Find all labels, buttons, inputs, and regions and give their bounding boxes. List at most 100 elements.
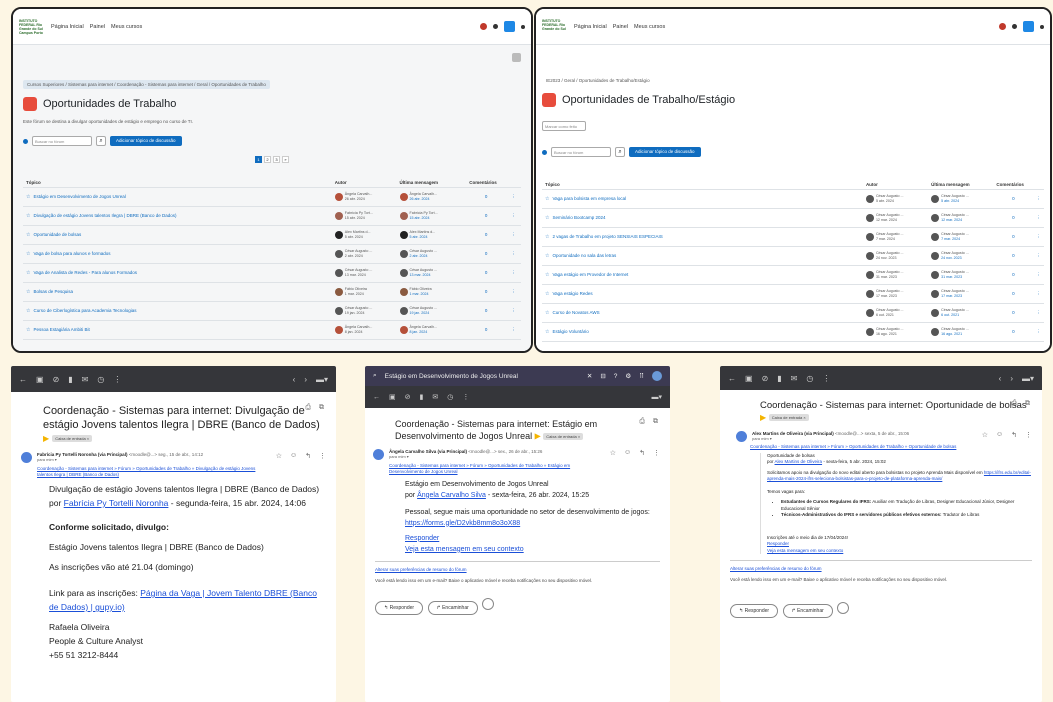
settings-icon[interactable]: ⚙	[625, 372, 631, 380]
row-menu-icon[interactable]: ⋮	[1033, 227, 1044, 247]
user-avatar-icon[interactable]	[504, 21, 515, 32]
nav-mycourses-link[interactable]: Meus cursos	[111, 24, 142, 30]
more-icon[interactable]: ⋮	[1025, 431, 1032, 439]
nav-dashboard-link[interactable]: Painel	[90, 24, 105, 30]
col-comments[interactable]: Comentários	[466, 169, 507, 188]
row-menu-icon[interactable]: ⋮	[1033, 322, 1044, 342]
last-post-date[interactable]: 12 mar. 2024	[941, 218, 962, 222]
open-new-window-icon[interactable]: ⧉	[319, 404, 324, 412]
col-last-post[interactable]: Última mensagem	[396, 169, 467, 188]
star-icon[interactable]: ☆	[26, 289, 30, 295]
last-author-name[interactable]: Fabrícia Py Tort...	[410, 211, 438, 215]
row-menu-icon[interactable]: ⋮	[506, 187, 521, 207]
row-menu-icon[interactable]: ⋮	[506, 320, 521, 340]
author-name[interactable]: Ângela Carvalh...	[345, 192, 373, 196]
last-author-name[interactable]: Ângela Carvalh...	[410, 325, 438, 329]
row-menu-icon[interactable]: ⋮	[1033, 246, 1044, 266]
table-row[interactable]: ☆ Oportunidade no sala das letras César Au…	[542, 246, 1044, 266]
institution-logo[interactable]: INSTITUTO FEDERAL Rio Grande do Sul	[542, 19, 568, 35]
page-2-button[interactable]: 2	[264, 156, 271, 163]
more-icon[interactable]: ⋮	[113, 375, 121, 384]
last-author-name[interactable]: Fábio Oliveira	[410, 287, 432, 291]
last-post-date[interactable]: 2 abr. 2024	[410, 254, 428, 258]
drawer-toggle-icon[interactable]	[512, 53, 521, 62]
archive-icon[interactable]: ▣	[36, 375, 44, 384]
account-avatar[interactable]	[652, 371, 662, 381]
back-icon[interactable]: ←	[728, 374, 736, 383]
author-name[interactable]: César Augusto ...	[345, 268, 373, 272]
last-post-date[interactable]: 24 nov. 2023	[941, 256, 962, 260]
page-3-button[interactable]: 3	[273, 156, 280, 163]
user-avatar-icon[interactable]	[1023, 21, 1034, 32]
table-row[interactable]: ☆ Vaga para bolsista em empresa local Césa…	[542, 189, 1044, 209]
author-name[interactable]: Fabrícia Py Tort...	[345, 211, 373, 215]
apps-icon[interactable]: ⠿	[639, 372, 644, 380]
last-author-name[interactable]: Ângela Carvalh...	[410, 192, 438, 196]
page-1-button[interactable]: 1	[255, 156, 262, 163]
print-icon[interactable]: ⎙	[639, 418, 645, 426]
last-post-date[interactable]: 19 jan. 2024	[410, 311, 430, 315]
mark-unread-icon[interactable]: ✉	[791, 374, 798, 383]
star-icon[interactable]: ☆	[545, 234, 549, 240]
notifications-icon[interactable]	[480, 23, 487, 30]
nav-dashboard-link[interactable]: Painel	[613, 24, 628, 30]
snooze-icon[interactable]: ◷	[806, 374, 813, 383]
report-icon[interactable]: ⊘	[762, 374, 769, 383]
last-post-date[interactable]: 15 abr. 2024	[410, 216, 430, 220]
table-row[interactable]: ☆ Bolsas de Pesquisa Fábio Oliveira 1 mar. …	[23, 282, 521, 302]
more-icon[interactable]: ⋮	[822, 374, 830, 383]
view-context-link[interactable]: Veja esta mensagem em seu contexto	[405, 544, 660, 555]
breadcrumb[interactable]: IE2023 / Geral / Oportunidades de Trabal…	[542, 76, 654, 85]
author-name[interactable]: César Augusto ...	[876, 308, 904, 312]
last-author-name[interactable]: César Augusto ...	[410, 268, 438, 272]
author-name[interactable]: César Augusto ...	[876, 194, 904, 198]
breadcrumb[interactable]: Cursos Superiores / Sistemas para intern…	[23, 80, 270, 89]
last-author-name[interactable]: César Augusto ...	[941, 251, 969, 255]
table-row[interactable]: ☆ Vaga estágio Redes César Augusto ... 17 m…	[542, 284, 1044, 304]
topic-link[interactable]: Vaga para bolsista em empresa local	[552, 196, 626, 201]
author-name[interactable]: Alex Martins d...	[345, 230, 371, 234]
topic-link[interactable]: Pessoa Estagiária Ambiti Bit	[33, 327, 89, 332]
topic-link[interactable]: Estágio em Desenvolvimento de Jogos Unre…	[33, 194, 125, 199]
reply-button[interactable]: ↰ Responder	[375, 600, 424, 615]
last-author-name[interactable]: César Augusto ...	[941, 327, 969, 331]
inbox-label[interactable]: Caixa de entrada ×	[52, 435, 93, 443]
table-row[interactable]: ☆ Vaga de Analista de Redes - Para alunos…	[23, 263, 521, 283]
reply-button[interactable]: ↰ Responder	[730, 604, 779, 619]
topic-link[interactable]: Estágio Voluntário	[552, 329, 588, 334]
star-icon[interactable]: ☆	[26, 327, 30, 333]
row-menu-icon[interactable]: ⋮	[1033, 303, 1044, 323]
important-icon[interactable]: ▶	[43, 434, 49, 443]
topic-link[interactable]: Vaga de bolsa para alunos e formados	[33, 251, 110, 256]
last-author-name[interactable]: César Augusto ...	[941, 194, 969, 198]
author-link[interactable]: Alex Martins de Oliveira	[775, 459, 823, 464]
last-post-date[interactable]: 6 out. 2021	[941, 313, 959, 317]
topic-link[interactable]: Oportunidade no sala das letras	[552, 253, 616, 258]
print-icon[interactable]: ⎙	[305, 404, 311, 412]
forward-button[interactable]: ↱ Encaminhar	[427, 600, 478, 615]
col-comments[interactable]: Comentários	[993, 171, 1034, 190]
star-icon[interactable]: ☆	[545, 310, 549, 316]
star-icon[interactable]: ☆	[26, 308, 30, 314]
emoji-react-icon[interactable]	[837, 601, 850, 614]
more-icon[interactable]: ⋮	[462, 393, 469, 401]
mark-unread-icon[interactable]: ✉	[82, 375, 89, 384]
topic-link[interactable]: Bolsas de Pesquisa	[33, 289, 73, 294]
keyboard-icon[interactable]: ▬▾	[651, 393, 662, 401]
star-icon[interactable]: ☆	[982, 431, 988, 439]
keyboard-icon[interactable]: ▬▾	[1022, 374, 1034, 383]
emoji-icon[interactable]: ☺	[624, 449, 631, 457]
table-row[interactable]: ☆ 2 vagas de Trabalho em projeto SENSIAIS…	[542, 227, 1044, 247]
topic-link[interactable]: 2 vagas de Trabalho em projeto SENSIAIS …	[552, 234, 662, 239]
recipient-toggle[interactable]: para mim ▾	[389, 454, 605, 459]
star-icon[interactable]: ☆	[26, 270, 30, 276]
more-icon[interactable]: ⋮	[653, 449, 660, 457]
star-icon[interactable]: ☆	[545, 215, 549, 221]
table-row[interactable]: ☆ Vaga de bolsa para alunos e formados Cés…	[23, 244, 521, 264]
search-icon[interactable]: ⌕	[96, 136, 106, 146]
view-context-link[interactable]: Veja esta mensagem em seu contexto	[767, 548, 1032, 555]
forward-button[interactable]: ↱ Encaminhar	[782, 604, 833, 619]
star-icon[interactable]: ☆	[26, 232, 30, 238]
recipient-toggle[interactable]: para mim ▾	[37, 457, 271, 462]
row-menu-icon[interactable]: ⋮	[506, 263, 521, 283]
